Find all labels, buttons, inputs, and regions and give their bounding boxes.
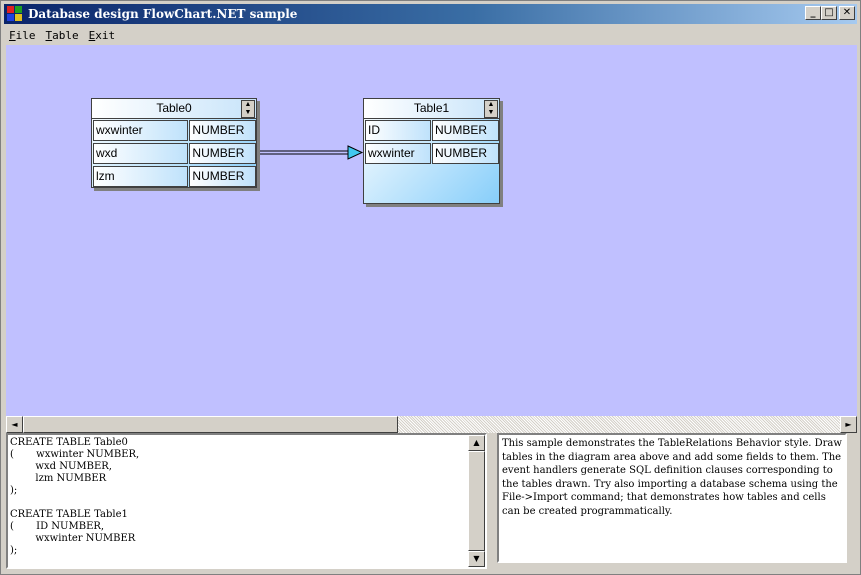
table-row[interactable]: wxd NUMBER: [92, 142, 256, 165]
scroll-left-button[interactable]: ◄: [6, 416, 23, 433]
field-type-cell[interactable]: NUMBER: [189, 166, 256, 187]
field-name-cell[interactable]: wxwinter: [365, 143, 431, 164]
table-title: Table1: [413, 101, 450, 115]
menu-table[interactable]: Table: [41, 29, 84, 42]
menu-exit-label: xit: [95, 28, 116, 42]
sql-vertical-scrollbar[interactable]: ▲ ▼: [468, 435, 485, 567]
field-name-cell[interactable]: wxd: [93, 143, 189, 164]
app-icon: [7, 6, 23, 22]
description-text: This sample demonstrates the TableRelati…: [502, 438, 842, 517]
table-row[interactable]: wxwinter NUMBER: [92, 119, 256, 142]
scroll-up-button[interactable]: ▲: [468, 435, 485, 451]
scroll-right-button[interactable]: ►: [840, 416, 857, 433]
menu-bar: File Table Exit: [4, 26, 857, 44]
maximize-button[interactable]: □: [821, 6, 837, 20]
menu-exit[interactable]: Exit: [84, 29, 121, 42]
field-type-cell[interactable]: NUMBER: [432, 120, 499, 141]
diagram-area[interactable]: Table0 ▲ ▼ wxwinter NUMBER wxd NUMBER lzm…: [6, 45, 857, 416]
menu-table-label: able: [52, 28, 79, 42]
table-row[interactable]: lzm NUMBER: [92, 165, 256, 188]
scrollbar-thumb[interactable]: [23, 416, 398, 433]
scroll-down-button[interactable]: ▼: [468, 551, 485, 567]
pane-splitter[interactable]: [487, 433, 497, 569]
field-type-cell[interactable]: NUMBER: [432, 143, 499, 164]
table-scroll-buttons[interactable]: ▲ ▼: [241, 100, 255, 118]
sql-output-text: CREATE TABLE Table0 ( wxwinter NUMBER, w…: [10, 437, 140, 556]
menu-file-accel: F: [9, 28, 16, 42]
table-box-table1[interactable]: Table1 ▲ ▼ ID NUMBER wxwinter NUMBER: [363, 98, 500, 204]
minimize-button[interactable]: _: [805, 6, 821, 20]
app-window: Database design FlowChart.NET sample _ □…: [0, 0, 861, 575]
sql-output-textbox[interactable]: CREATE TABLE Table0 ( wxwinter NUMBER, w…: [6, 433, 487, 569]
description-box: This sample demonstrates the TableRelati…: [497, 433, 847, 563]
table-header[interactable]: Table1 ▲ ▼: [364, 99, 499, 119]
table-box-table0[interactable]: Table0 ▲ ▼ wxwinter NUMBER wxd NUMBER lzm…: [91, 98, 257, 188]
field-name-cell[interactable]: ID: [365, 120, 431, 141]
relation-arrowhead: [347, 145, 364, 160]
table-row[interactable]: wxwinter NUMBER: [364, 142, 499, 165]
field-name-cell[interactable]: lzm: [93, 166, 189, 187]
menu-file[interactable]: File: [4, 29, 41, 42]
scrollbar-thumb[interactable]: [468, 451, 485, 551]
title-bar[interactable]: Database design FlowChart.NET sample _ □…: [4, 4, 857, 24]
field-name-cell[interactable]: wxwinter: [93, 120, 189, 141]
menu-file-label: ile: [15, 28, 36, 42]
table-scroll-buttons[interactable]: ▲ ▼: [484, 100, 498, 118]
field-type-cell[interactable]: NUMBER: [189, 143, 256, 164]
close-button[interactable]: ✕: [839, 6, 855, 20]
table-title: Table0: [156, 101, 192, 115]
field-type-cell[interactable]: NUMBER: [189, 120, 256, 141]
window-title: Database design FlowChart.NET sample: [28, 7, 298, 21]
table-header[interactable]: Table0 ▲ ▼: [92, 99, 256, 119]
table-row[interactable]: ID NUMBER: [364, 119, 499, 142]
diagram-horizontal-scrollbar[interactable]: ◄ ►: [6, 416, 857, 433]
